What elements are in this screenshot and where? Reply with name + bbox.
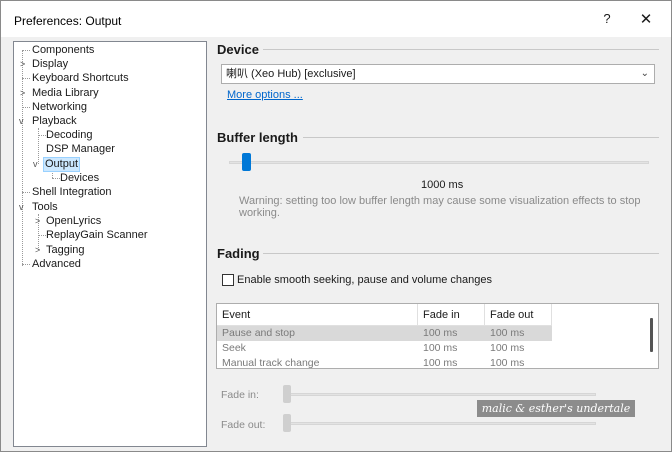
chevron-right-icon[interactable]: > xyxy=(35,215,43,228)
fade-in-cell: 100 ms xyxy=(423,357,458,369)
table-row[interactable]: Pause and stop 100 ms 100 ms xyxy=(217,326,552,341)
chevron-right-icon[interactable]: > xyxy=(20,87,28,100)
chevron-right-icon[interactable]: > xyxy=(35,244,43,257)
event-cell: Pause and stop xyxy=(222,327,295,339)
buffer-warning: Warning: setting too low buffer length m… xyxy=(239,195,641,219)
buffer-section-title: Buffer length xyxy=(217,130,298,145)
chevron-down-icon[interactable]: v xyxy=(33,158,41,171)
preferences-window: Preferences: Output ? ✕ Components > Dis… xyxy=(0,0,672,452)
buffer-slider-thumb[interactable] xyxy=(242,153,251,171)
fade-in-slider-track xyxy=(284,393,596,396)
tree-item-label: Playback xyxy=(32,115,77,127)
buffer-divider xyxy=(303,137,659,138)
fading-section-title: Fading xyxy=(217,246,260,261)
column-header-fade-out[interactable]: Fade out xyxy=(485,304,552,326)
fade-out-cell: 100 ms xyxy=(490,342,525,354)
fade-events-table: Event Fade in Fade out Pause and stop 10… xyxy=(216,303,659,369)
tree-item-label: Tagging xyxy=(46,244,85,256)
chevron-down-icon[interactable]: v xyxy=(19,201,27,214)
tree-item-label: Media Library xyxy=(32,87,99,99)
tree-item-label: Devices xyxy=(60,172,100,184)
buffer-slider-track[interactable] xyxy=(229,161,649,164)
tree-item-label: Display xyxy=(32,58,69,70)
table-row[interactable]: Seek 100 ms 100 ms xyxy=(217,341,552,356)
fade-in-label: Fade in: xyxy=(221,389,259,401)
chevron-down-icon[interactable]: v xyxy=(19,115,27,128)
fade-in-cell: 100 ms xyxy=(423,327,458,339)
tree-item-label: Keyboard Shortcuts xyxy=(32,72,129,84)
fade-out-cell: 100 ms xyxy=(490,357,525,369)
device-select[interactable]: 喇叭 (Xeo Hub) [exclusive] ⌄ xyxy=(221,64,655,84)
chevron-down-icon: ⌄ xyxy=(640,68,649,79)
table-row[interactable]: Manual track change 100 ms 100 ms xyxy=(217,356,552,369)
fade-out-cell: 100 ms xyxy=(490,327,525,339)
fading-divider xyxy=(263,253,659,254)
tree-item-label: DSP Manager xyxy=(46,143,115,155)
device-divider xyxy=(263,49,659,50)
close-button[interactable]: ✕ xyxy=(634,9,658,31)
fade-in-slider-thumb xyxy=(283,385,291,403)
chevron-right-icon[interactable]: > xyxy=(20,58,28,71)
tree-item-label: Shell Integration xyxy=(32,186,112,198)
event-cell: Manual track change xyxy=(222,357,320,369)
buffer-value: 1000 ms xyxy=(421,179,464,191)
preferences-tree: Components > Display Keyboard Shortcuts … xyxy=(13,41,207,447)
fade-in-cell: 100 ms xyxy=(423,342,458,354)
tree-item-label: Components xyxy=(32,44,95,56)
event-cell: Seek xyxy=(222,342,246,354)
tree-item-label: Networking xyxy=(32,101,88,113)
tree-item-label: ReplayGain Scanner xyxy=(46,229,148,241)
tree-item-label: OpenLyrics xyxy=(46,215,102,227)
watermark-text: malic & esther's undertale xyxy=(477,400,635,417)
fade-out-label: Fade out: xyxy=(221,419,266,431)
device-select-value: 喇叭 (Xeo Hub) [exclusive] xyxy=(226,68,356,80)
help-button[interactable]: ? xyxy=(598,11,616,29)
fade-out-slider-thumb xyxy=(283,414,291,432)
column-header-fade-in[interactable]: Fade in xyxy=(418,304,485,326)
title-bar: Preferences: Output ? ✕ xyxy=(1,1,671,37)
tree-item-label: Advanced xyxy=(32,258,81,270)
fade-out-slider-track xyxy=(284,422,596,425)
window-title: Preferences: Output xyxy=(14,14,122,28)
smooth-seeking-checkbox[interactable] xyxy=(222,274,234,286)
tree-item-label: Output xyxy=(43,157,81,172)
table-scrollbar[interactable] xyxy=(650,318,653,352)
tree-item-label: Tools xyxy=(32,201,58,213)
column-header-event[interactable]: Event xyxy=(217,304,418,326)
tree-item-label: Decoding xyxy=(46,129,93,141)
device-section-title: Device xyxy=(217,42,259,57)
more-options-link[interactable]: More options ... xyxy=(227,89,303,101)
smooth-seeking-label[interactable]: Enable smooth seeking, pause and volume … xyxy=(237,274,492,286)
